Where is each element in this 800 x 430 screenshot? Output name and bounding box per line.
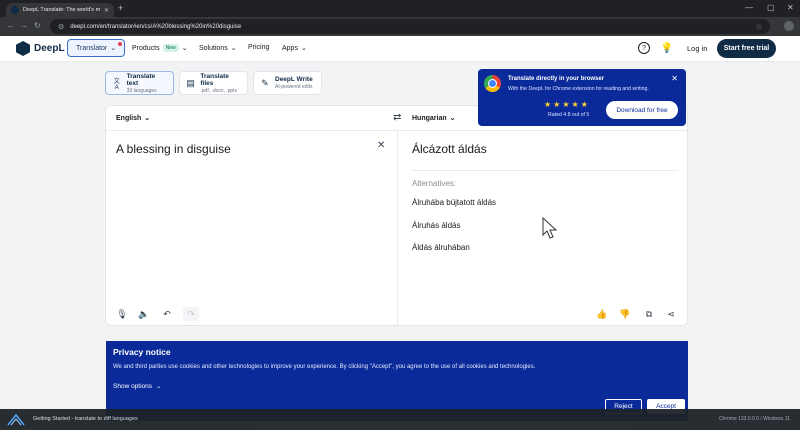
- mode-deepl-write[interactable]: ✎ DeepL Write AI-powered edits: [253, 71, 322, 95]
- translator-label: Translator: [76, 44, 108, 52]
- output-separator: [412, 170, 678, 171]
- source-language-label: English: [116, 114, 142, 122]
- nav-products[interactable]: Products New ⌄: [132, 44, 188, 52]
- swap-languages-icon[interactable]: ⇄: [393, 112, 401, 123]
- mode-translate-text[interactable]: 文A Translate text 33 languages: [105, 71, 174, 95]
- url-field[interactable]: ⚙ deepl.com/en/translator#en/cs/A%20bles…: [50, 19, 770, 34]
- alternative-item[interactable]: Álruhába bújtatott áldás: [412, 198, 496, 207]
- download-for-free-button[interactable]: Download for free: [606, 101, 678, 119]
- site-info-icon[interactable]: ⚙: [58, 23, 64, 31]
- login-link[interactable]: Log in: [687, 44, 707, 53]
- promo-title: Translate directly in your browser: [508, 76, 605, 82]
- source-language-select[interactable]: English ⌄: [116, 114, 151, 123]
- mode-subtitle: 33 languages: [126, 87, 157, 94]
- share-icon[interactable]: ⋖: [665, 309, 677, 320]
- chevron-down-icon: ⌄: [110, 45, 117, 52]
- source-text-input[interactable]: A blessing in disguise: [116, 142, 231, 156]
- speaker-icon[interactable]: 🔈: [138, 309, 150, 320]
- privacy-text: We and third parties use cookies and oth…: [113, 364, 536, 370]
- nav-products-label: Products: [132, 44, 160, 52]
- clear-text-icon[interactable]: ✕: [377, 140, 385, 151]
- close-icon[interactable]: ✕: [671, 74, 678, 83]
- help-icon[interactable]: ?: [638, 42, 650, 54]
- site-header: DeepL Translator ⌄ Products New ⌄ Soluti…: [0, 36, 800, 62]
- target-language-label: Hungarian: [412, 114, 447, 122]
- mode-title: Translate text: [126, 72, 156, 87]
- rating-text: Rated 4.8 out of 5: [548, 112, 590, 118]
- deepl-favicon-icon: [11, 6, 19, 14]
- url-text: deepl.com/en/translator#en/cs/A%20blessi…: [70, 23, 242, 30]
- chevron-down-icon: ⌄: [156, 383, 162, 390]
- deepl-logo[interactable]: DeepL: [16, 41, 65, 56]
- translator-menu-button[interactable]: Translator ⌄: [67, 39, 126, 57]
- deepl-logo-icon: [16, 41, 30, 56]
- minimize-icon[interactable]: —: [745, 3, 753, 13]
- lightbulb-icon[interactable]: 💡: [661, 42, 673, 54]
- chevron-down-icon: ⌄: [230, 45, 237, 52]
- close-icon[interactable]: ✕: [104, 7, 109, 14]
- nav-solutions[interactable]: Solutions ⌄: [199, 44, 237, 53]
- thumbs-down-icon[interactable]: 👎: [619, 309, 631, 320]
- mode-subtitle: .pdf, .docx, .pptx: [200, 87, 238, 94]
- translate-icon: 文A: [113, 78, 120, 91]
- recording-meta: Chrome 133.0.0.0 / Windows 11: [718, 416, 790, 422]
- logo-text: DeepL: [34, 43, 65, 54]
- new-tab-icon[interactable]: +: [118, 3, 123, 13]
- mode-title: Translate files: [200, 72, 229, 87]
- promo-description: With the DeepL for Chrome extension for …: [508, 86, 649, 92]
- mouse-cursor-icon: [542, 217, 558, 239]
- window-close-icon[interactable]: ✕: [787, 3, 794, 13]
- nav-pricing-label: Pricing: [248, 44, 270, 51]
- show-options-toggle[interactable]: Show options ⌄: [113, 382, 162, 391]
- reload-icon[interactable]: ↻: [34, 21, 41, 31]
- bookmark-star-icon[interactable]: ☆: [756, 23, 762, 31]
- nav-apps[interactable]: Apps ⌄: [282, 44, 307, 53]
- forward-icon[interactable]: →: [20, 21, 28, 31]
- nav-pricing[interactable]: Pricing: [248, 44, 269, 51]
- copy-icon[interactable]: ⧉: [643, 309, 655, 320]
- address-bar: ← → ↻ ⚙ deepl.com/en/translator#en/cs/A%…: [0, 17, 800, 36]
- chevron-down-icon: ⌄: [449, 115, 456, 122]
- chrome-extension-promo: Translate directly in your browser With …: [478, 69, 686, 126]
- thumbs-up-icon[interactable]: 👍: [596, 309, 608, 320]
- target-language-select[interactable]: Hungarian ⌄: [412, 114, 456, 123]
- alternatives-label: Alternatives:: [412, 179, 457, 188]
- translator-panel: English ⌄ ⇄ Hungarian ⌄ A blessing in di…: [105, 105, 688, 326]
- tab-title: DeepL Translate: The world's m: [23, 7, 100, 13]
- nav-solutions-label: Solutions: [199, 44, 228, 52]
- recording-title: Getting Started - translate to diff lang…: [33, 416, 138, 422]
- privacy-title: Privacy notice: [113, 347, 171, 357]
- recorder-logo-icon: [7, 413, 25, 426]
- new-badge: New: [162, 44, 179, 52]
- start-free-trial-button[interactable]: Start free trial: [717, 39, 776, 58]
- chevron-down-icon: ⌄: [181, 45, 188, 52]
- alternative-item[interactable]: Áldás álruhában: [412, 243, 470, 252]
- back-icon[interactable]: ←: [7, 21, 15, 31]
- mode-subtitle: AI-powered edits: [275, 84, 313, 90]
- file-icon: ▤: [186, 77, 195, 88]
- browser-tabbar: DeepL Translate: The world's m ✕ + — ▢ ✕: [0, 0, 800, 17]
- nav-apps-label: Apps: [282, 44, 298, 52]
- chevron-down-icon: ⌄: [300, 45, 307, 52]
- panel-divider: [397, 131, 398, 325]
- chrome-logo-icon: [484, 75, 501, 92]
- undo-icon[interactable]: ↶: [161, 309, 173, 320]
- mode-title: DeepL Write: [275, 76, 313, 83]
- maximize-icon[interactable]: ▢: [767, 3, 775, 13]
- profile-avatar[interactable]: [784, 21, 794, 31]
- browser-tab[interactable]: DeepL Translate: The world's m ✕: [6, 3, 114, 17]
- alternative-item[interactable]: Álruhás áldás: [412, 221, 460, 230]
- notification-dot: [118, 42, 123, 46]
- recording-overlay: Getting Started - translate to diff lang…: [0, 409, 800, 430]
- rating-stars: ★★★★★: [544, 100, 590, 109]
- pen-icon: ✎: [261, 77, 269, 88]
- microphone-icon[interactable]: 🎙: [116, 309, 128, 320]
- target-text-output: Álcázott áldás: [412, 142, 487, 156]
- chevron-down-icon: ⌄: [144, 115, 151, 122]
- redo-icon[interactable]: ↷: [183, 307, 199, 321]
- mode-translate-files[interactable]: ▤ Translate files .pdf, .docx, .pptx: [179, 71, 248, 95]
- show-options-label: Show options: [113, 382, 153, 390]
